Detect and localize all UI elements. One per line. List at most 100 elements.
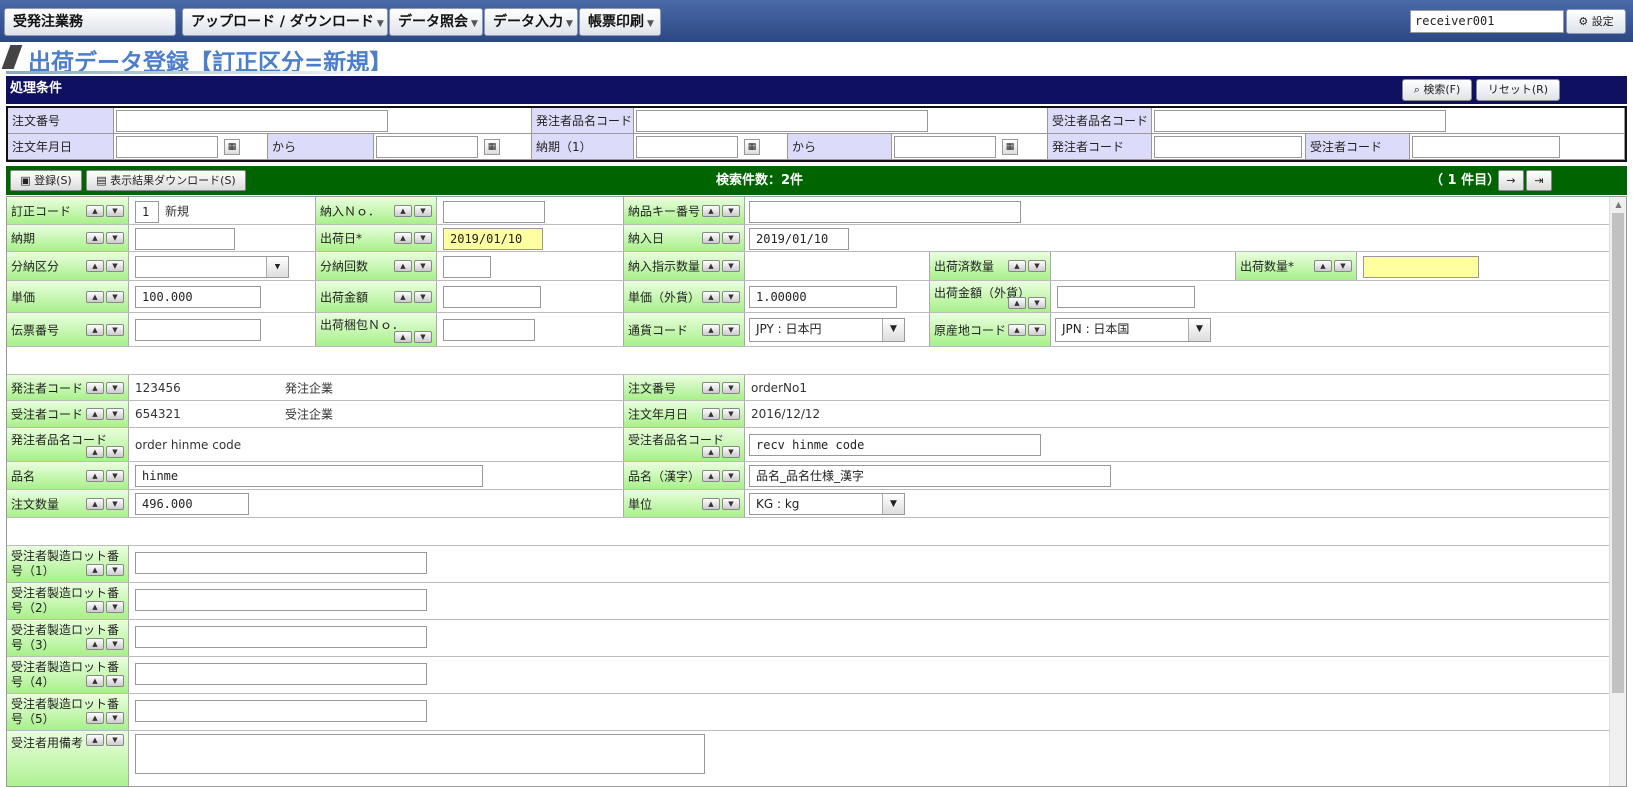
sort-desc-icon[interactable]: ▼	[106, 260, 124, 272]
register-button[interactable]: ▣ 登録(S)	[10, 170, 82, 191]
sort-asc-icon[interactable]: ▲	[86, 469, 104, 482]
sort-desc-icon[interactable]: ▼	[1334, 260, 1352, 272]
download-results-button[interactable]: ▤ 表示結果ダウンロード(S)	[86, 170, 246, 191]
user-id-input[interactable]: receiver001	[1410, 10, 1564, 33]
sort-asc-icon[interactable]: ▲	[86, 204, 104, 217]
sort-desc-icon[interactable]: ▼	[722, 408, 740, 420]
menu-data-entry[interactable]: データ入力 ▼	[484, 8, 578, 36]
sort-desc-icon[interactable]: ▼	[106, 232, 124, 244]
due-date-input[interactable]	[135, 228, 235, 250]
orderer-code-input[interactable]	[1154, 136, 1302, 158]
sort-asc-icon[interactable]: ▲	[86, 675, 104, 687]
calendar-icon[interactable]: ▦	[744, 139, 760, 155]
calendar-icon[interactable]: ▦	[224, 139, 240, 155]
sort-asc-icon[interactable]: ▲	[394, 290, 412, 303]
search-button[interactable]: ⌕ 検索(F)	[1402, 79, 1472, 101]
menu-report-print[interactable]: 帳票印刷 ▼	[579, 8, 661, 36]
sort-asc-icon[interactable]: ▲	[394, 232, 412, 244]
sort-asc-icon[interactable]: ▲	[86, 232, 104, 244]
sort-asc-icon[interactable]: ▲	[86, 323, 104, 336]
delivery-no-input[interactable]	[443, 201, 545, 223]
sort-asc-icon[interactable]: ▲	[702, 204, 720, 217]
order-date-to-input[interactable]	[376, 136, 478, 158]
sort-asc-icon[interactable]: ▲	[86, 638, 104, 650]
sort-desc-icon[interactable]: ▼	[106, 469, 124, 482]
sort-desc-icon[interactable]: ▼	[106, 675, 124, 687]
sort-asc-icon[interactable]: ▲	[1008, 323, 1026, 336]
sort-asc-icon[interactable]: ▲	[702, 469, 720, 482]
sort-desc-icon[interactable]: ▼	[722, 381, 740, 394]
sort-desc-icon[interactable]: ▼	[414, 331, 432, 343]
sort-asc-icon[interactable]: ▲	[702, 381, 720, 394]
sort-asc-icon[interactable]: ▲	[394, 260, 412, 272]
sort-desc-icon[interactable]: ▼	[106, 381, 124, 394]
sort-desc-icon[interactable]: ▼	[722, 232, 740, 244]
sort-asc-icon[interactable]: ▲	[702, 497, 720, 510]
sort-desc-icon[interactable]: ▼	[1028, 297, 1046, 309]
sort-asc-icon[interactable]: ▲	[86, 290, 104, 303]
slip-no-input[interactable]	[135, 319, 261, 341]
sort-asc-icon[interactable]: ▲	[86, 260, 104, 272]
order-qty-input[interactable]: 496.000	[135, 493, 249, 515]
sort-desc-icon[interactable]: ▼	[106, 290, 124, 303]
calendar-icon[interactable]: ▦	[484, 139, 500, 155]
menu-data-inquiry[interactable]: データ照会 ▼	[389, 8, 483, 36]
sort-desc-icon[interactable]: ▼	[414, 290, 432, 303]
sort-desc-icon[interactable]: ▼	[414, 260, 432, 272]
sort-asc-icon[interactable]: ▲	[86, 446, 104, 458]
sort-desc-icon[interactable]: ▼	[106, 564, 124, 576]
lot-no-3-input[interactable]	[135, 626, 427, 648]
calendar-icon[interactable]: ▦	[1002, 139, 1018, 155]
sort-asc-icon[interactable]: ▲	[1008, 260, 1026, 272]
ship-qty-input[interactable]	[1363, 256, 1479, 278]
sort-asc-icon[interactable]: ▲	[86, 564, 104, 576]
receiver-item-code-input[interactable]: recv hinme code	[749, 434, 1041, 456]
unit-price-input[interactable]: 100.000	[135, 286, 261, 308]
lot-no-5-input[interactable]	[135, 700, 427, 722]
split-count-input[interactable]	[443, 256, 491, 278]
sort-asc-icon[interactable]: ▲	[702, 408, 720, 420]
sort-desc-icon[interactable]: ▼	[106, 601, 124, 613]
sort-desc-icon[interactable]: ▼	[722, 323, 740, 336]
correction-code-input[interactable]: 1	[135, 201, 159, 223]
receiver-code-input[interactable]	[1412, 136, 1560, 158]
sort-desc-icon[interactable]: ▼	[106, 712, 124, 724]
sort-desc-icon[interactable]: ▼	[1028, 323, 1046, 336]
sort-desc-icon[interactable]: ▼	[722, 446, 740, 458]
delivery-to-input[interactable]	[894, 136, 996, 158]
lot-no-2-input[interactable]	[135, 589, 427, 611]
sort-asc-icon[interactable]: ▲	[702, 446, 720, 458]
delivery-key-no-input[interactable]	[749, 201, 1021, 223]
unit-select[interactable]: KG : kg ▼	[749, 493, 905, 515]
sort-desc-icon[interactable]: ▼	[722, 469, 740, 482]
settings-button[interactable]: ⚙ 設定	[1566, 9, 1626, 34]
sort-desc-icon[interactable]: ▼	[1028, 260, 1046, 272]
sort-desc-icon[interactable]: ▼	[106, 638, 124, 650]
sort-asc-icon[interactable]: ▲	[86, 408, 104, 420]
sort-desc-icon[interactable]: ▼	[414, 232, 432, 244]
delivery-from-input[interactable]	[636, 136, 738, 158]
origin-code-select[interactable]: JPN : 日本国 ▼	[1055, 318, 1211, 342]
ship-amount-fc-input[interactable]	[1057, 286, 1195, 308]
receiver-remarks-textarea[interactable]	[135, 734, 705, 774]
scrollbar-thumb[interactable]	[1612, 213, 1624, 693]
sort-desc-icon[interactable]: ▼	[414, 204, 432, 217]
sort-desc-icon[interactable]: ▼	[106, 408, 124, 420]
sort-desc-icon[interactable]: ▼	[106, 204, 124, 217]
split-type-select[interactable]: ▼	[135, 256, 289, 278]
sort-desc-icon[interactable]: ▼	[106, 323, 124, 336]
ship-date-input[interactable]: 2019/01/10	[443, 228, 543, 250]
sort-asc-icon[interactable]: ▲	[86, 601, 104, 613]
sort-desc-icon[interactable]: ▼	[106, 446, 124, 458]
sort-asc-icon[interactable]: ▲	[394, 204, 412, 217]
item-name-input[interactable]: hinme	[135, 465, 483, 487]
ship-package-no-input[interactable]	[443, 319, 535, 341]
sort-asc-icon[interactable]: ▲	[86, 712, 104, 724]
vertical-scrollbar[interactable]: ▲	[1609, 197, 1626, 786]
sort-asc-icon[interactable]: ▲	[394, 331, 412, 343]
scroll-up-icon[interactable]: ▲	[1610, 197, 1626, 213]
receiver-item-code-input[interactable]	[1154, 110, 1446, 132]
unit-price-fc-input[interactable]: 1.00000	[749, 286, 897, 308]
sort-desc-icon[interactable]: ▼	[722, 497, 740, 510]
sort-desc-icon[interactable]: ▼	[722, 290, 740, 303]
